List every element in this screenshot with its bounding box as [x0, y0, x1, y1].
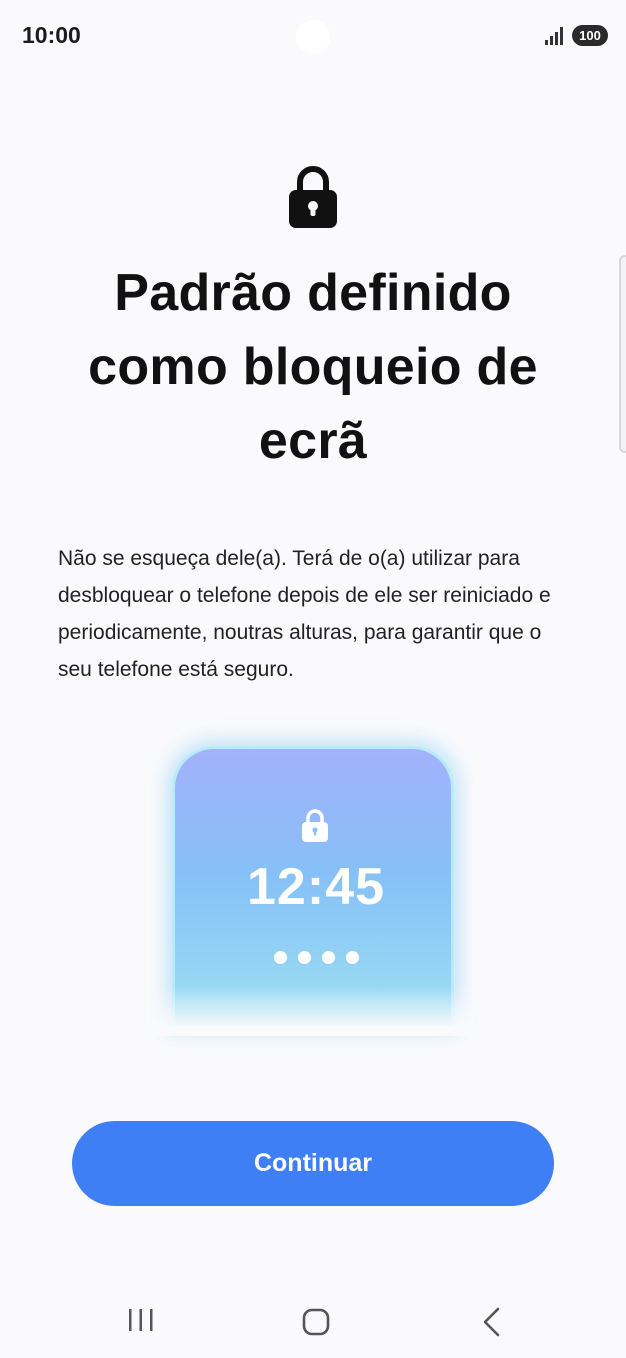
lock-icon: [289, 166, 337, 228]
phone-illustration: 12:45: [172, 746, 454, 1026]
pin-dot: [345, 951, 359, 964]
continue-button[interactable]: Continuar: [72, 1121, 554, 1206]
lock-screen-illustration: 12:45: [152, 746, 474, 1036]
screen: 10:00 100 Padrão definido como bloqueio …: [0, 0, 626, 1358]
home-icon[interactable]: [300, 1306, 332, 1338]
pin-dot: [297, 951, 311, 964]
page-title: Padrão definido como bloqueio de ecrã: [88, 264, 538, 470]
recents-icon[interactable]: [126, 1306, 156, 1334]
description-text: Não se esqueça dele(a). Terá de o(a) uti…: [58, 547, 551, 681]
edge-panel-handle[interactable]: [619, 255, 626, 453]
illustration-clock: 12:45: [247, 858, 385, 916]
front-camera: [296, 20, 330, 54]
navigation-bar: [0, 1290, 626, 1358]
pin-dots: [175, 951, 457, 964]
status-bar: 10:00 100: [0, 0, 626, 72]
pin-dot: [273, 951, 287, 964]
status-time: 10:00: [22, 22, 81, 48]
lock-icon: [302, 809, 328, 842]
signal-icon: [545, 27, 563, 45]
illustration-fade: [152, 986, 474, 1036]
battery-icon: 100: [572, 25, 608, 46]
back-icon[interactable]: [478, 1306, 504, 1338]
pin-dot: [321, 951, 335, 964]
